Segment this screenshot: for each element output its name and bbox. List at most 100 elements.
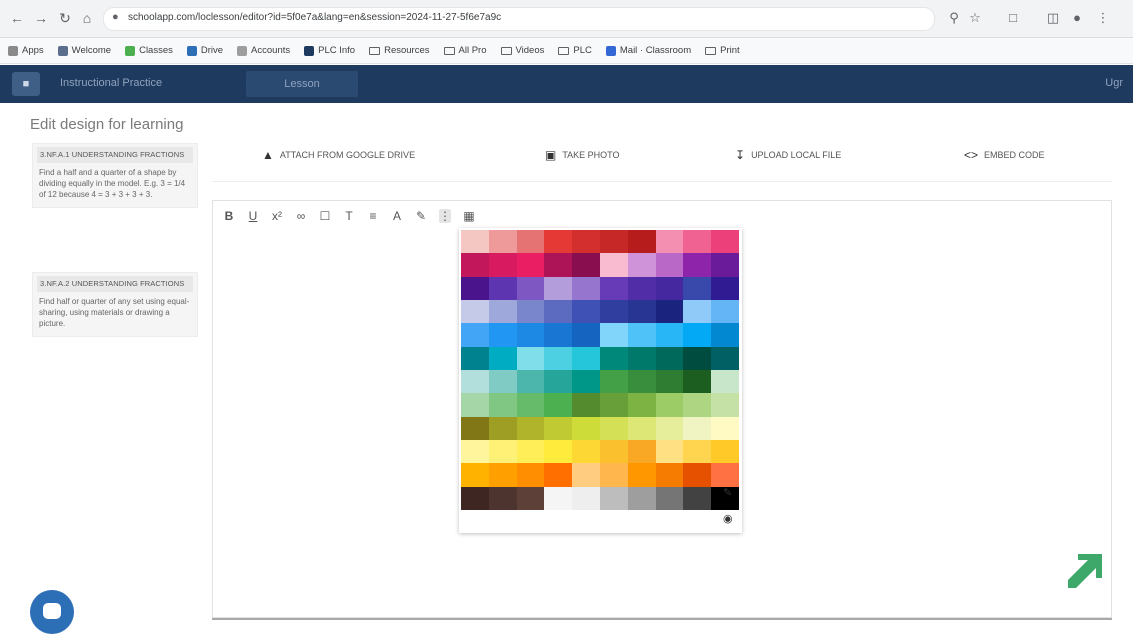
color-swatch[interactable] <box>627 440 656 464</box>
color-swatch[interactable] <box>461 230 489 254</box>
color-swatch[interactable] <box>544 323 573 347</box>
color-swatch[interactable] <box>461 370 489 394</box>
table-icon[interactable]: ▦ <box>463 209 475 223</box>
extensions-icon[interactable]: □ <box>1004 9 1022 27</box>
color-swatch[interactable] <box>572 370 600 394</box>
color-swatch[interactable] <box>627 323 656 347</box>
color-swatch[interactable] <box>627 463 656 487</box>
color-swatch[interactable] <box>655 416 684 440</box>
color-swatch[interactable] <box>599 393 628 417</box>
color-swatch[interactable] <box>516 253 545 277</box>
color-swatch[interactable] <box>544 463 573 487</box>
color-swatch[interactable] <box>544 393 573 417</box>
color-swatch[interactable] <box>599 463 628 487</box>
color-swatch[interactable] <box>683 463 712 487</box>
color-swatch[interactable] <box>627 230 656 254</box>
color-swatch[interactable] <box>544 440 573 464</box>
color-swatch[interactable] <box>461 276 489 300</box>
color-swatch[interactable] <box>544 230 573 254</box>
color-swatch[interactable] <box>572 440 600 464</box>
color-swatch[interactable] <box>572 323 600 347</box>
color-swatch[interactable] <box>683 300 712 324</box>
color-swatch[interactable] <box>516 463 545 487</box>
bookmark-resources[interactable]: Resources <box>369 45 430 56</box>
color-swatch[interactable] <box>711 253 739 277</box>
color-swatch[interactable] <box>655 276 684 300</box>
address-bar-url[interactable]: schoolapp.com/loclesson/editor?id=5f0e7a… <box>128 12 908 23</box>
color-swatch[interactable] <box>461 300 489 324</box>
bookmark-plc[interactable]: PLC <box>558 45 592 56</box>
color-swatch[interactable] <box>627 346 656 370</box>
color-swatch[interactable] <box>599 323 628 347</box>
color-swatch[interactable] <box>683 416 712 440</box>
menu-dots-icon[interactable]: ⋮ <box>1094 9 1112 27</box>
color-swatch[interactable] <box>655 370 684 394</box>
color-swatch[interactable] <box>627 486 656 510</box>
color-swatch[interactable] <box>544 346 573 370</box>
color-swatch[interactable] <box>572 486 600 510</box>
color-swatch[interactable] <box>655 393 684 417</box>
color-swatch[interactable] <box>572 393 600 417</box>
color-swatch[interactable] <box>683 346 712 370</box>
color-swatch[interactable] <box>711 393 739 417</box>
color-swatch[interactable] <box>655 463 684 487</box>
home-icon[interactable]: ⌂ <box>78 9 96 27</box>
color-swatch[interactable] <box>488 463 517 487</box>
bookmark-accounts[interactable]: Accounts <box>237 45 290 56</box>
color-swatch[interactable] <box>599 230 628 254</box>
color-swatch[interactable] <box>516 230 545 254</box>
attach-drive-button[interactable]: ▲ ATTACH FROM GOOGLE DRIVE <box>262 148 415 162</box>
color-swatch[interactable] <box>627 276 656 300</box>
color-swatch[interactable] <box>544 370 573 394</box>
color-swatch[interactable] <box>488 253 517 277</box>
color-swatch[interactable] <box>711 300 739 324</box>
color-swatch[interactable] <box>572 463 600 487</box>
forward-arrow-icon[interactable]: → <box>32 9 50 27</box>
color-swatch[interactable] <box>488 346 517 370</box>
color-swatch[interactable] <box>711 230 739 254</box>
color-swatch[interactable] <box>711 346 739 370</box>
breadcrumb-secondary[interactable]: Lesson <box>246 71 358 97</box>
color-picker-icon[interactable]: ◉ <box>723 512 733 525</box>
color-swatch[interactable] <box>655 440 684 464</box>
color-swatch[interactable] <box>516 346 545 370</box>
color-swatch[interactable] <box>488 323 517 347</box>
bookmark-mail[interactable]: Mail · Classroom <box>605 45 691 56</box>
sidebar-toggle-icon[interactable]: ◫ <box>1044 9 1062 27</box>
bookmark-print[interactable]: Print <box>705 45 740 56</box>
color-swatch[interactable] <box>516 323 545 347</box>
color-swatch[interactable] <box>488 416 517 440</box>
color-swatch[interactable] <box>655 323 684 347</box>
clear-format-icon[interactable]: ☐ <box>319 209 331 223</box>
color-swatch[interactable] <box>572 346 600 370</box>
custom-color-pencil-icon[interactable]: ✎ <box>723 486 732 499</box>
underline-icon[interactable]: U <box>247 209 259 223</box>
color-swatch[interactable] <box>599 486 628 510</box>
color-swatch[interactable] <box>516 276 545 300</box>
color-swatch[interactable] <box>655 486 684 510</box>
color-swatch[interactable] <box>572 253 600 277</box>
color-swatch[interactable] <box>572 300 600 324</box>
color-swatch[interactable] <box>655 300 684 324</box>
color-swatch[interactable] <box>488 300 517 324</box>
color-swatch[interactable] <box>461 323 489 347</box>
bookmark-drive[interactable]: Drive <box>186 45 223 56</box>
color-swatch[interactable] <box>599 416 628 440</box>
bookmark-welcome[interactable]: Welcome <box>57 45 111 56</box>
breadcrumb-primary[interactable]: Instructional Practice <box>60 77 162 89</box>
color-swatch[interactable] <box>627 370 656 394</box>
color-swatch[interactable] <box>544 300 573 324</box>
color-swatch[interactable] <box>655 253 684 277</box>
color-swatch[interactable] <box>599 253 628 277</box>
text-size-icon[interactable]: T <box>343 209 355 223</box>
color-swatch[interactable] <box>599 300 628 324</box>
color-swatch[interactable] <box>516 393 545 417</box>
color-swatch[interactable] <box>544 486 573 510</box>
color-swatch[interactable] <box>683 276 712 300</box>
color-swatch[interactable] <box>711 416 739 440</box>
color-swatch[interactable] <box>461 416 489 440</box>
color-swatch[interactable] <box>683 393 712 417</box>
color-swatch[interactable] <box>683 440 712 464</box>
color-swatch[interactable] <box>599 346 628 370</box>
back-arrow-icon[interactable]: ← <box>8 9 26 27</box>
